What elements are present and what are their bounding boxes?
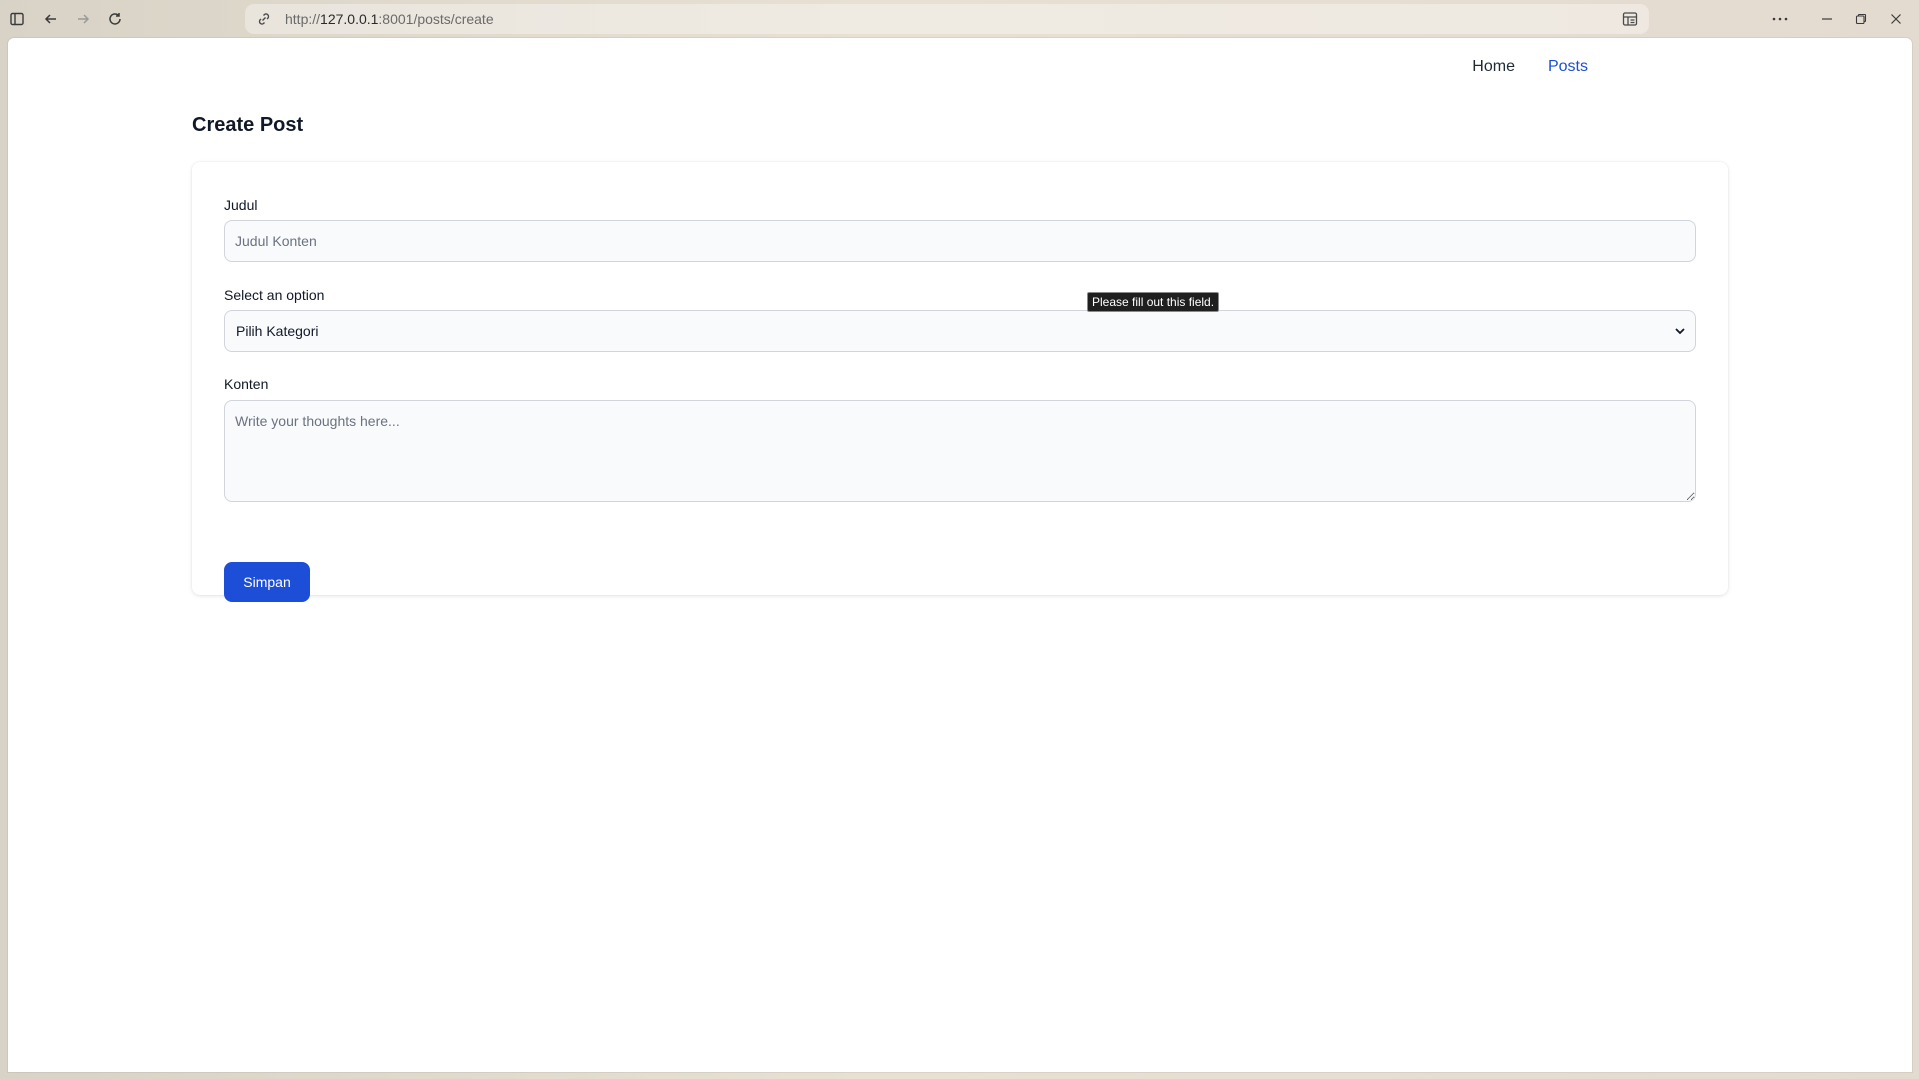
nav-home-link[interactable]: Home — [1472, 58, 1515, 76]
minimize-icon[interactable] — [1815, 8, 1839, 30]
forward-arrow-icon[interactable] — [72, 8, 94, 30]
page-viewport: Home Posts Create Post Judul Select an o… — [8, 38, 1912, 1072]
link-icon[interactable] — [255, 10, 273, 28]
close-icon[interactable] — [1884, 8, 1908, 30]
category-selected-value: Pilih Kategori — [236, 323, 319, 339]
url-scheme: http:// — [285, 11, 321, 27]
top-navigation: Home Posts — [1472, 58, 1588, 76]
page-title: Create Post — [192, 114, 304, 136]
title-input[interactable] — [224, 220, 1696, 262]
create-post-form: Judul Select an option Pilih Kategori Ko… — [192, 162, 1728, 602]
reader-view-icon[interactable] — [1621, 10, 1639, 28]
category-label: Select an option — [224, 287, 325, 303]
url-text[interactable]: http://127.0.0.1:8001/posts/create — [285, 11, 494, 27]
browser-chrome: http://127.0.0.1:8001/posts/create — [0, 0, 1919, 38]
more-icon[interactable] — [1768, 8, 1792, 30]
content-textarea[interactable] — [224, 400, 1696, 502]
url-host: 127.0.0.1 — [320, 11, 379, 27]
url-path: :8001/posts/create — [378, 11, 494, 27]
category-select[interactable]: Pilih Kategori — [224, 310, 1696, 352]
chevron-down-icon — [1673, 324, 1687, 338]
content-label: Konten — [224, 376, 269, 392]
reload-icon[interactable] — [104, 8, 126, 30]
save-button[interactable]: Simpan — [224, 562, 310, 602]
address-bar[interactable]: http://127.0.0.1:8001/posts/create — [245, 4, 1649, 34]
validation-tooltip: Please fill out this field. — [1087, 292, 1220, 312]
sidebar-icon[interactable] — [6, 8, 28, 30]
title-label: Judul — [224, 197, 258, 213]
restore-icon[interactable] — [1849, 8, 1873, 30]
nav-posts-link[interactable]: Posts — [1548, 58, 1588, 76]
back-arrow-icon[interactable] — [40, 8, 62, 30]
